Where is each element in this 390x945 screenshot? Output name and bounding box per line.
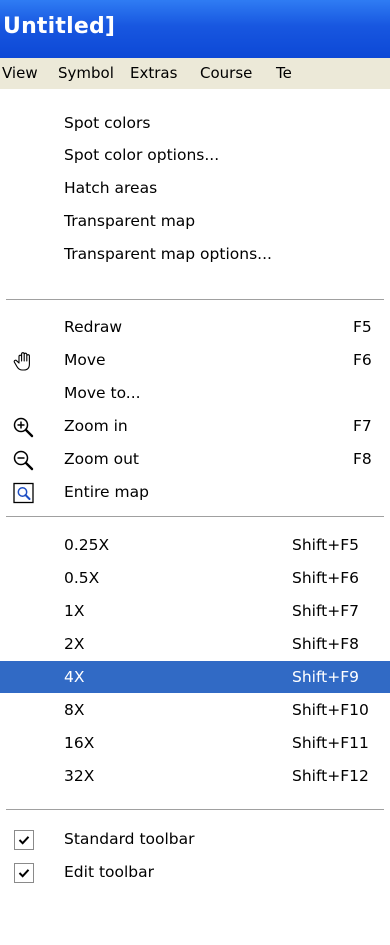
menu-extras[interactable]: Extras	[130, 64, 177, 82]
menu-separator	[6, 809, 384, 811]
menu-item-label: Spot colors	[64, 114, 151, 132]
checkmark-icon	[14, 830, 34, 850]
window-title: Untitled]	[3, 14, 116, 39]
menu-item-shortcut: Shift+F5	[292, 536, 359, 554]
menu-item-label: Redraw	[64, 318, 122, 336]
menu-item-label: Transparent map options...	[64, 245, 272, 263]
menu-item-label: 0.25X	[64, 536, 110, 554]
view-dropdown-menu: Spot colors Spot color options... Hatch …	[0, 89, 390, 945]
menu-item-label: Transparent map	[64, 212, 196, 230]
menu-item-move-to[interactable]: Move to...	[0, 377, 390, 409]
menu-item-zoom-32x[interactable]: 32X Shift+F12	[0, 760, 390, 792]
menu-item-label: Edit toolbar	[64, 863, 155, 881]
menu-separator	[6, 516, 384, 518]
menu-item-zoom-16x[interactable]: 16X Shift+F11	[0, 727, 390, 759]
menu-item-label: 1X	[64, 602, 85, 620]
menu-item-shortcut: F5	[353, 318, 372, 336]
menu-item-label: 16X	[64, 734, 95, 752]
menu-item-label: Entire map	[64, 483, 149, 501]
menu-item-shortcut: Shift+F10	[292, 701, 369, 719]
entire-map-icon	[13, 482, 34, 504]
menu-item-zoom-025x[interactable]: 0.25X Shift+F5	[0, 529, 390, 561]
menu-item-label: Standard toolbar	[64, 830, 195, 848]
menu-item-hatch-areas[interactable]: Hatch areas	[0, 172, 390, 204]
menu-item-zoom-out[interactable]: Zoom out F8	[0, 443, 390, 475]
menu-item-shortcut: Shift+F7	[292, 602, 359, 620]
menu-item-zoom-4x[interactable]: 4X Shift+F9	[0, 661, 390, 693]
menu-item-spot-color-options[interactable]: Spot color options...	[0, 139, 390, 171]
menu-item-label: Hatch areas	[64, 179, 158, 197]
menu-view[interactable]: View	[2, 64, 38, 82]
menu-item-spot-colors[interactable]: Spot colors	[0, 107, 390, 139]
menu-item-label: Zoom out	[64, 450, 139, 468]
menu-separator	[6, 299, 384, 301]
menu-item-shortcut: F8	[353, 450, 372, 468]
hand-icon	[13, 352, 30, 371]
menu-item-zoom-in[interactable]: Zoom in F7	[0, 410, 390, 442]
menu-item-label: Zoom in	[64, 417, 128, 435]
menu-te[interactable]: Te	[276, 64, 292, 82]
checkmark-icon	[14, 863, 34, 883]
menu-item-entire-map[interactable]: Entire map	[0, 476, 390, 508]
menu-item-label: 2X	[64, 635, 85, 653]
menu-item-shortcut: F6	[353, 351, 372, 369]
menu-item-shortcut: Shift+F11	[292, 734, 369, 752]
title-bar: Untitled]	[0, 0, 390, 58]
menu-item-label: 4X	[64, 668, 85, 686]
menu-item-zoom-2x[interactable]: 2X Shift+F8	[0, 628, 390, 660]
menu-item-shortcut: F7	[353, 417, 372, 435]
menu-symbol[interactable]: Symbol	[58, 64, 114, 82]
menu-item-zoom-1x[interactable]: 1X Shift+F7	[0, 595, 390, 627]
menu-item-label: Spot color options...	[64, 146, 220, 164]
menu-item-edit-toolbar[interactable]: Edit toolbar	[0, 856, 390, 888]
menu-item-label: Move	[64, 351, 106, 369]
menu-item-shortcut: Shift+F6	[292, 569, 359, 587]
menu-item-transparent-map[interactable]: Transparent map	[0, 205, 390, 237]
menu-item-shortcut: Shift+F8	[292, 635, 359, 653]
menu-item-shortcut: Shift+F12	[292, 767, 369, 785]
menu-item-transparent-map-options[interactable]: Transparent map options...	[0, 238, 390, 270]
menu-item-move[interactable]: Move F6	[0, 344, 390, 376]
menu-item-zoom-05x[interactable]: 0.5X Shift+F6	[0, 562, 390, 594]
menu-course[interactable]: Course	[200, 64, 252, 82]
menu-item-standard-toolbar[interactable]: Standard toolbar	[0, 823, 390, 855]
menu-item-zoom-8x[interactable]: 8X Shift+F10	[0, 694, 390, 726]
menu-item-label: 32X	[64, 767, 95, 785]
menu-item-label: Move to...	[64, 384, 141, 402]
menu-item-shortcut: Shift+F9	[292, 668, 359, 686]
zoom-in-icon	[13, 417, 34, 438]
menu-item-redraw[interactable]: Redraw F5	[0, 311, 390, 343]
menu-bar: View Symbol Extras Course Te	[0, 58, 390, 89]
zoom-out-icon	[13, 450, 34, 471]
menu-item-label: 0.5X	[64, 569, 100, 587]
menu-item-label: 8X	[64, 701, 85, 719]
